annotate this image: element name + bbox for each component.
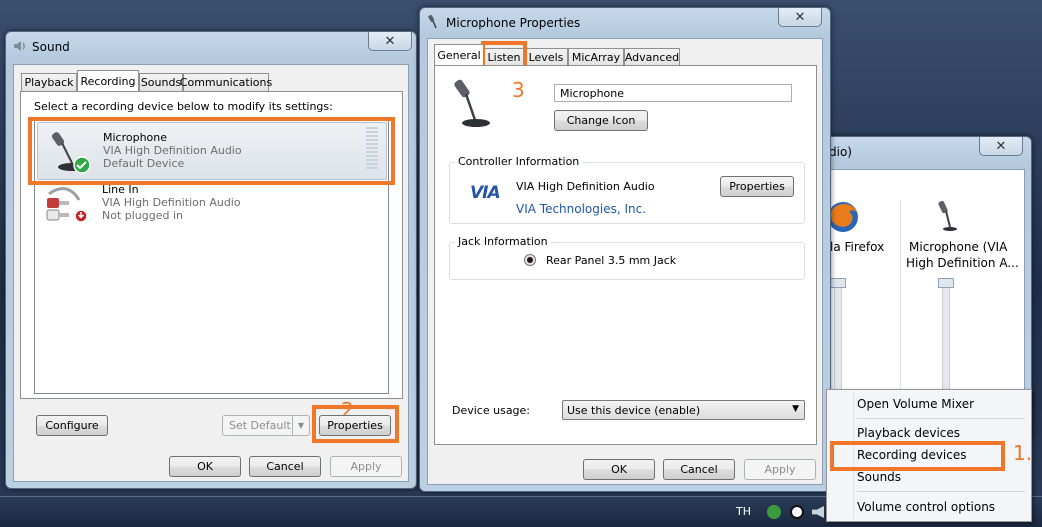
- speaker-icon: [14, 41, 25, 51]
- tab-general[interactable]: General: [434, 44, 484, 65]
- tab-micarray[interactable]: MicArray: [568, 48, 624, 66]
- device-usage-select[interactable]: Use this device (enable) ▼: [562, 400, 805, 420]
- close-icon: ✕: [995, 138, 1007, 154]
- window-title-fragment: dio): [829, 145, 852, 159]
- change-icon-button[interactable]: Change Icon: [554, 110, 648, 131]
- close-icon: ✕: [794, 9, 806, 25]
- slider-thumb[interactable]: [938, 278, 954, 288]
- device-status: Default Device: [103, 157, 185, 170]
- set-default-label: Set Default: [229, 419, 291, 432]
- close-button[interactable]: ✕: [778, 8, 822, 27]
- mic-client: General Listen Levels MicArray Advanced …: [427, 38, 823, 485]
- ok-button[interactable]: OK: [169, 456, 241, 477]
- jack-icon: [524, 254, 536, 266]
- menu-gutter: [853, 392, 854, 518]
- microphone-device-icon: [454, 79, 490, 127]
- apply-button[interactable]: Apply: [330, 456, 402, 477]
- close-icon: ✕: [384, 33, 396, 49]
- cancel-button[interactable]: Cancel: [663, 459, 735, 480]
- apply-button[interactable]: Apply: [744, 459, 816, 480]
- volume-icon[interactable]: [812, 506, 824, 518]
- group-label: Controller Information: [455, 155, 583, 168]
- microphone-icon: [938, 200, 957, 231]
- sound-window: Sound ✕ Playback Recording Sounds Commun…: [5, 31, 417, 489]
- microphone-icon: [428, 14, 437, 29]
- step-3-marker: 3: [512, 78, 525, 102]
- tab-levels[interactable]: Levels: [524, 48, 568, 66]
- line-in-icon: [46, 187, 88, 223]
- tab-playback[interactable]: Playback: [21, 73, 77, 91]
- device-usage-value: Use this device (enable): [567, 404, 701, 417]
- controller-name: VIA High Definition Audio: [516, 180, 655, 193]
- menu-item-volume-control-options[interactable]: Volume control options: [857, 500, 995, 514]
- app-mic-label-2: High Definition A...: [906, 256, 1019, 270]
- device-name: Microphone: [103, 131, 168, 144]
- device-list[interactable]: Microphone VIA High Definition Audio Def…: [34, 117, 389, 394]
- recording-panel: Select a recording device below to modif…: [20, 91, 403, 399]
- group-label: Jack Information: [455, 235, 551, 248]
- via-logo: VIA: [470, 183, 501, 203]
- step-1-marker: 1.: [1013, 441, 1033, 465]
- app-mic-label-1: Microphone (VIA: [909, 240, 1008, 254]
- menu-separator: [857, 418, 1025, 419]
- menu-separator: [857, 491, 1025, 492]
- network-icon[interactable]: [767, 505, 781, 519]
- device-driver: VIA High Definition Audio: [102, 196, 241, 209]
- menu-item-open-volume-mixer[interactable]: Open Volume Mixer: [857, 397, 974, 411]
- microphone-icon: [51, 132, 91, 174]
- properties-button[interactable]: Properties: [319, 415, 391, 436]
- panda-icon[interactable]: [790, 505, 804, 519]
- slider-thumb[interactable]: [830, 278, 846, 288]
- tab-advanced[interactable]: Advanced: [624, 48, 680, 66]
- menu-item-playback-devices[interactable]: Playback devices: [857, 426, 960, 440]
- cancel-button[interactable]: Cancel: [249, 456, 321, 477]
- device-name: Line In: [102, 183, 139, 196]
- close-button[interactable]: ✕: [368, 32, 412, 51]
- window-title: Sound: [32, 40, 70, 54]
- chevron-down-icon: ▼: [292, 416, 309, 435]
- window-title: Microphone Properties: [446, 16, 581, 30]
- device-driver: VIA High Definition Audio: [103, 144, 242, 157]
- menu-item-sounds[interactable]: Sounds: [857, 470, 901, 484]
- instruction-text: Select a recording device below to modif…: [34, 100, 333, 113]
- jack-group: Jack Information Rear Panel 3.5 mm Jack: [449, 235, 805, 280]
- device-row-microphone[interactable]: Microphone VIA High Definition Audio Def…: [37, 122, 387, 180]
- controller-properties-button[interactable]: Properties: [720, 176, 794, 197]
- tab-sounds[interactable]: Sounds: [139, 73, 183, 91]
- microphone-properties-window: Microphone Properties ✕ General Listen L…: [419, 7, 831, 492]
- menu-item-recording-devices[interactable]: Recording devices: [857, 448, 967, 462]
- device-row-line-in[interactable]: Line In VIA High Definition Audio Not pl…: [37, 180, 385, 230]
- level-meter: [366, 127, 380, 173]
- device-status: Not plugged in: [102, 209, 184, 222]
- tab-recording[interactable]: Recording: [77, 70, 139, 91]
- set-default-button[interactable]: Set Default ▼: [222, 415, 310, 436]
- ok-button[interactable]: OK: [583, 459, 655, 480]
- language-indicator[interactable]: TH: [736, 505, 751, 518]
- device-usage-label: Device usage:: [452, 404, 531, 417]
- close-button[interactable]: ✕: [979, 137, 1023, 156]
- firefox-icon: [828, 202, 858, 232]
- controller-group: Controller Information VIA VIA High Defi…: [449, 155, 805, 224]
- manufacturer-link[interactable]: VIA Technologies, Inc.: [516, 202, 646, 216]
- device-name-input[interactable]: Microphone: [554, 84, 792, 102]
- speaker-context-menu: Open Volume Mixer Playback devices Recor…: [826, 389, 1032, 522]
- chevron-down-icon: ▼: [792, 404, 799, 414]
- jack-value: Rear Panel 3.5 mm Jack: [546, 254, 677, 267]
- app-firefox-label: la Firefox: [830, 240, 885, 254]
- configure-button[interactable]: Configure: [36, 415, 108, 436]
- general-panel: 3 Microphone Change Icon Controller Info…: [434, 65, 817, 445]
- tab-listen[interactable]: Listen: [484, 48, 524, 66]
- tab-communications[interactable]: Communications: [180, 73, 272, 91]
- sound-client: Playback Recording Sounds Communications…: [13, 64, 409, 482]
